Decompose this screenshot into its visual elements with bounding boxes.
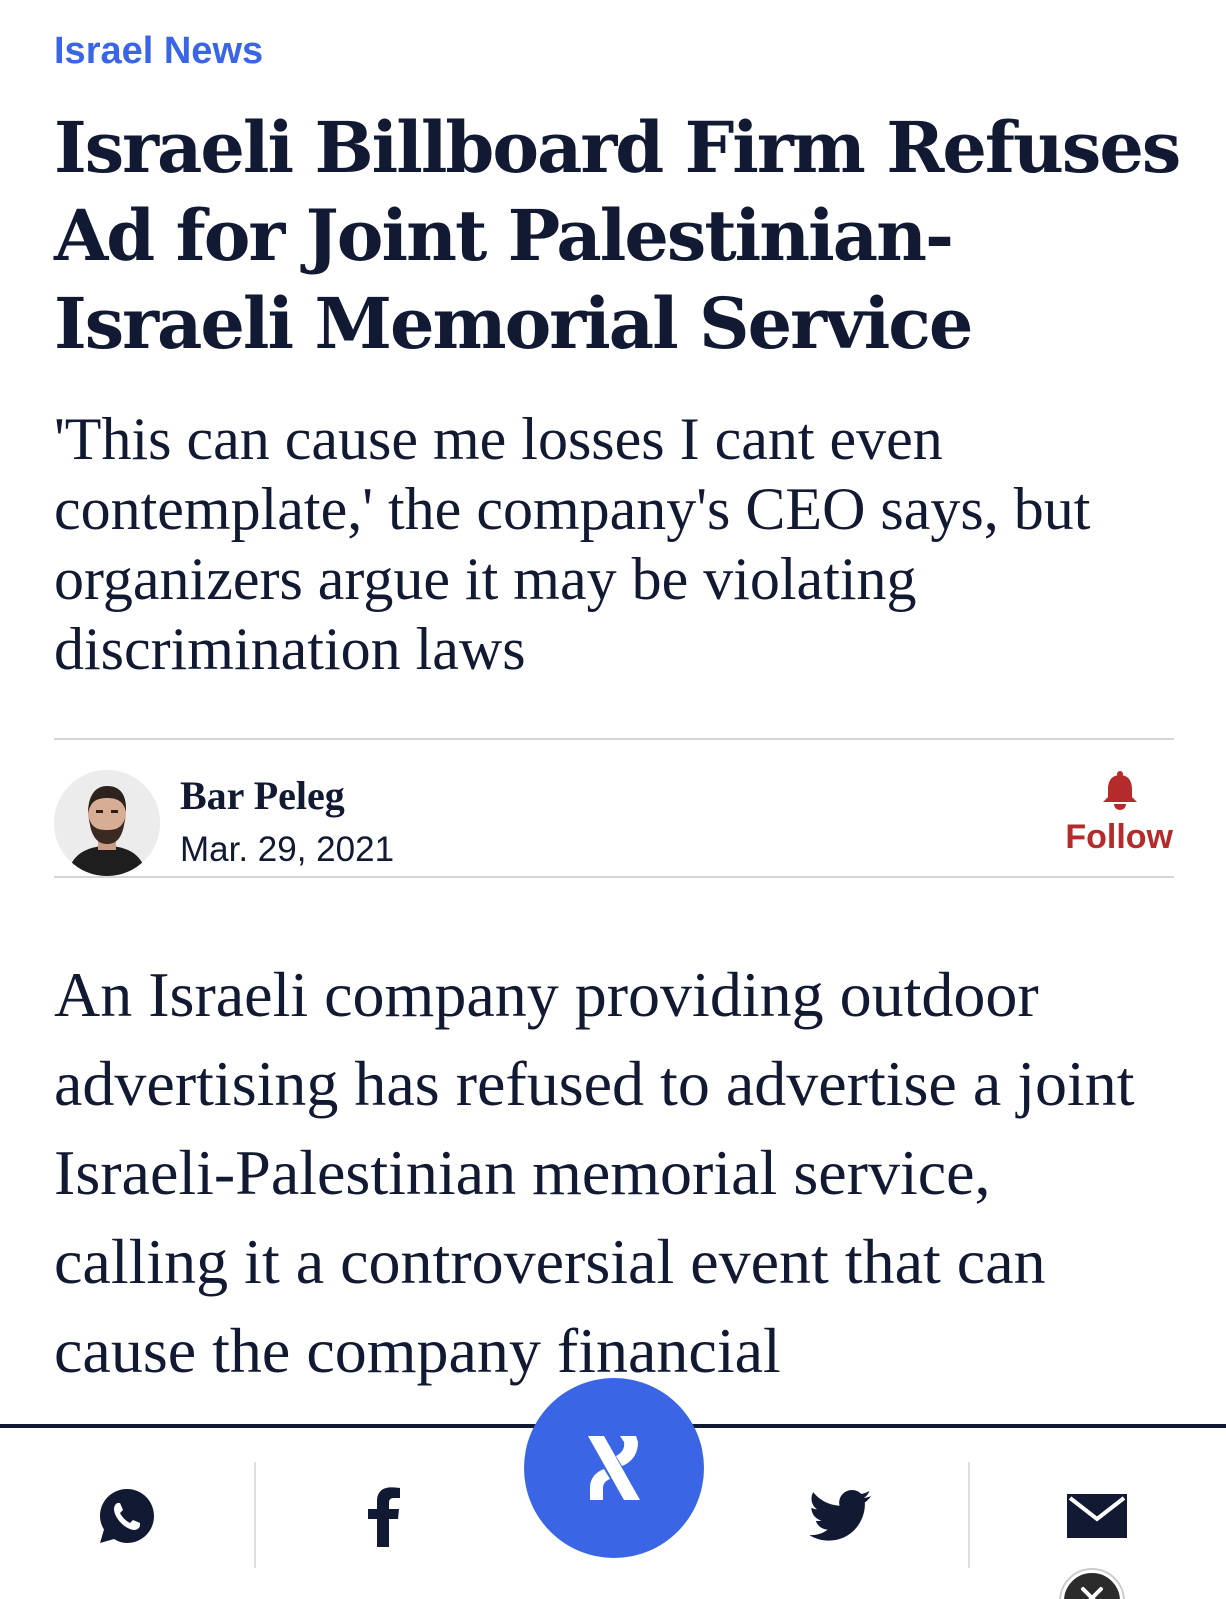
follow-button[interactable]: Follow: [1053, 770, 1173, 857]
article-headline: Israeli Billboard Firm Refuses Ad for Jo…: [54, 106, 1181, 365]
follow-label: Follow: [1065, 818, 1173, 856]
author-photo: [54, 770, 160, 876]
publish-date: Mar. 29, 2021: [180, 830, 395, 869]
author-name[interactable]: Bar Peleg: [180, 772, 345, 819]
bell-icon: [1103, 771, 1137, 810]
haaretz-logo-icon: [588, 1436, 640, 1500]
article-body: An Israeli company providing outdoor adv…: [54, 959, 1135, 1386]
separator: [968, 1462, 970, 1568]
author-avatar[interactable]: [54, 770, 160, 876]
haaretz-home-button[interactable]: [524, 1378, 704, 1558]
share-whatsapp-button[interactable]: [2, 1466, 252, 1566]
section-link[interactable]: Israel News: [54, 30, 263, 73]
separator: [254, 1462, 256, 1568]
twitter-icon: [810, 1490, 871, 1541]
share-facebook-button[interactable]: [258, 1466, 508, 1566]
share-twitter-button[interactable]: [716, 1466, 966, 1566]
divider: [54, 738, 1174, 740]
facebook-icon: [368, 1487, 400, 1547]
article-subheadline: 'This can cause me losses I cant even co…: [54, 406, 1091, 682]
email-icon: [1067, 1494, 1127, 1538]
divider: [54, 876, 1174, 878]
share-email-button[interactable]: [972, 1466, 1222, 1566]
whatsapp-icon: [100, 1489, 154, 1543]
close-icon: [1081, 1587, 1103, 1599]
